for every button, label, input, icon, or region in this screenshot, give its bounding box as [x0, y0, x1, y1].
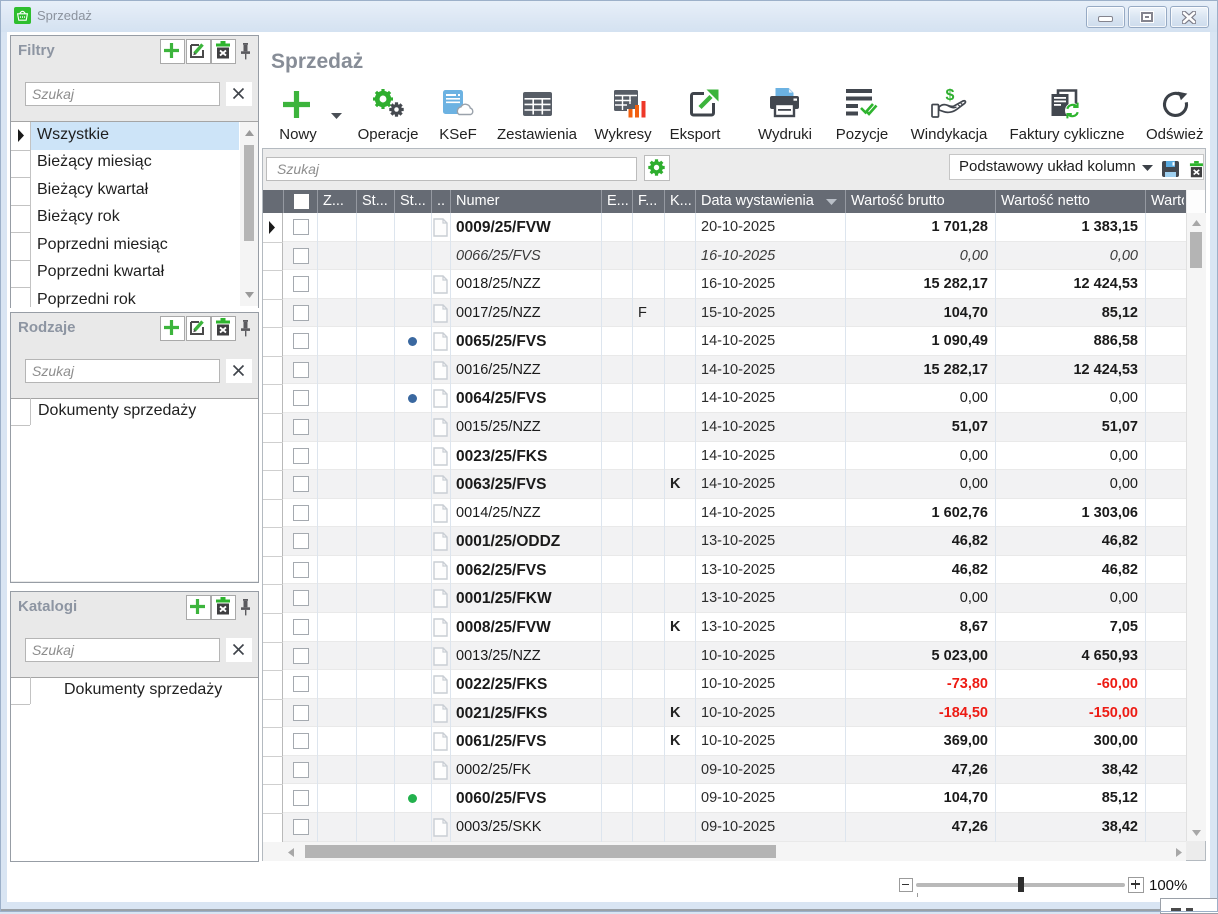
svg-text:$: $: [946, 87, 955, 104]
